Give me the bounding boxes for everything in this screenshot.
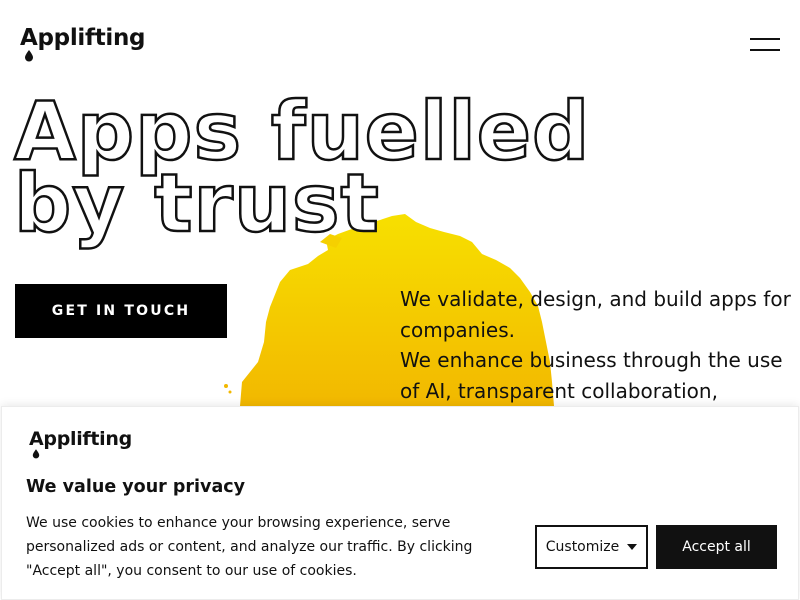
customize-button[interactable]: Customize (535, 525, 648, 569)
logo-wordmark: Applifting (29, 428, 132, 450)
menu-line (750, 38, 780, 40)
site-logo[interactable]: Applifting (20, 24, 146, 62)
logo-wordmark: Applifting (20, 25, 146, 51)
hamburger-menu-icon[interactable] (748, 34, 782, 56)
cookie-consent-banner: Applifting We value your privacy We use … (1, 406, 799, 600)
tagline-line-2: We enhance business through the use of A… (400, 348, 783, 403)
get-in-touch-button[interactable]: GET IN TOUCH (15, 284, 227, 338)
accept-all-button[interactable]: Accept all (656, 525, 777, 569)
hero-headline: Apps fuelled by trust (13, 90, 694, 250)
logo-drop-icon (32, 449, 40, 459)
cookie-banner-title: We value your privacy (26, 477, 246, 497)
menu-line (750, 49, 780, 51)
caret-down-icon (627, 544, 638, 550)
hero-tagline: We validate, design, and build apps for … (400, 284, 795, 406)
customize-label: Customize (545, 539, 620, 555)
tagline-line-1: We validate, design, and build apps for … (400, 287, 791, 342)
logo-drop-icon (25, 50, 33, 62)
hero-headline-line-2: by trust (13, 157, 380, 250)
cookie-banner-logo: Applifting (29, 427, 132, 459)
cookie-banner-text: We use cookies to enhance your browsing … (26, 515, 473, 579)
